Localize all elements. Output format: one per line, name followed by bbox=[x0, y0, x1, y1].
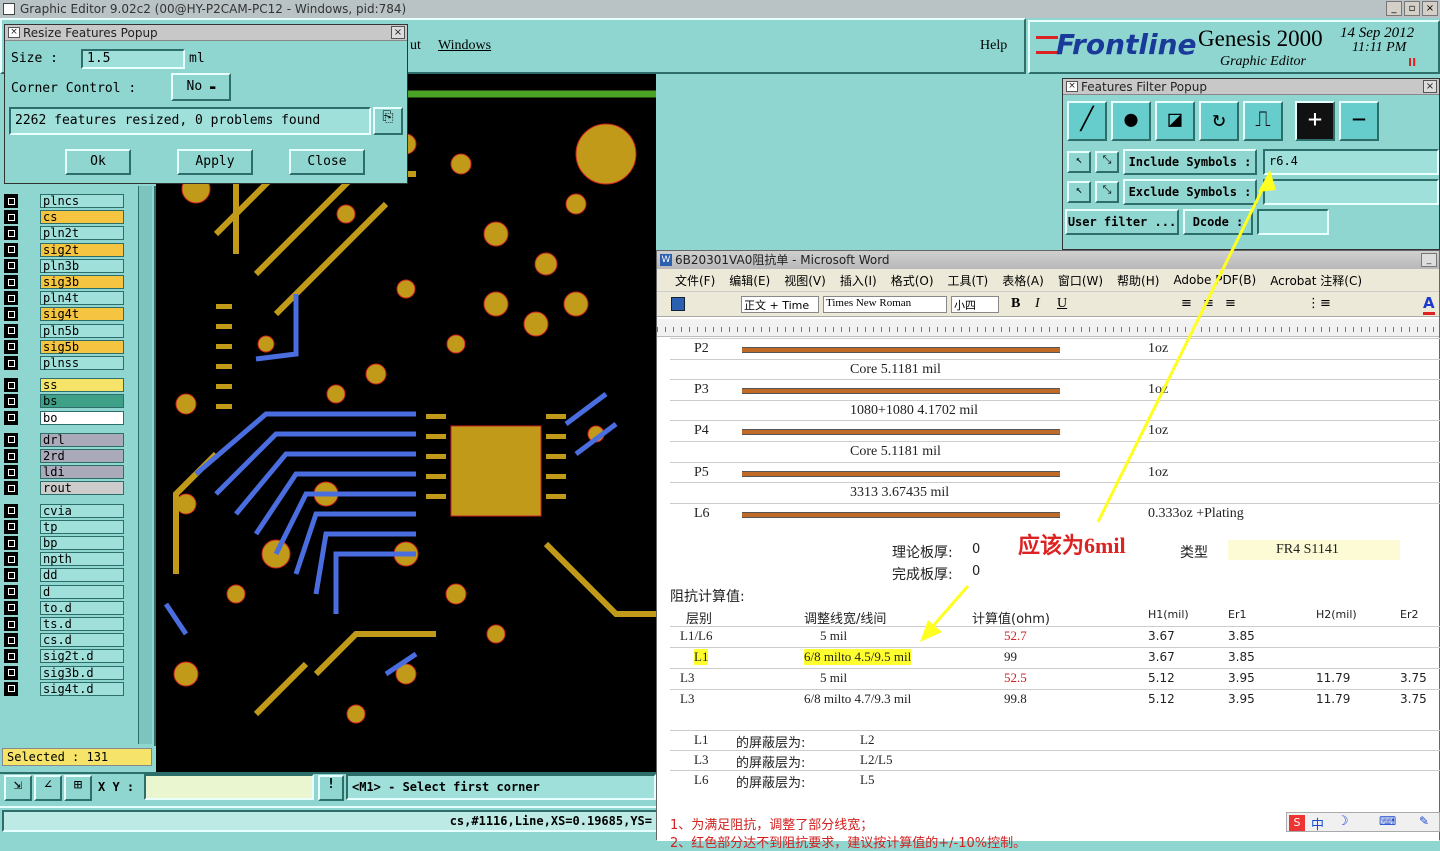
annotation-arrows bbox=[920, 170, 1276, 642]
